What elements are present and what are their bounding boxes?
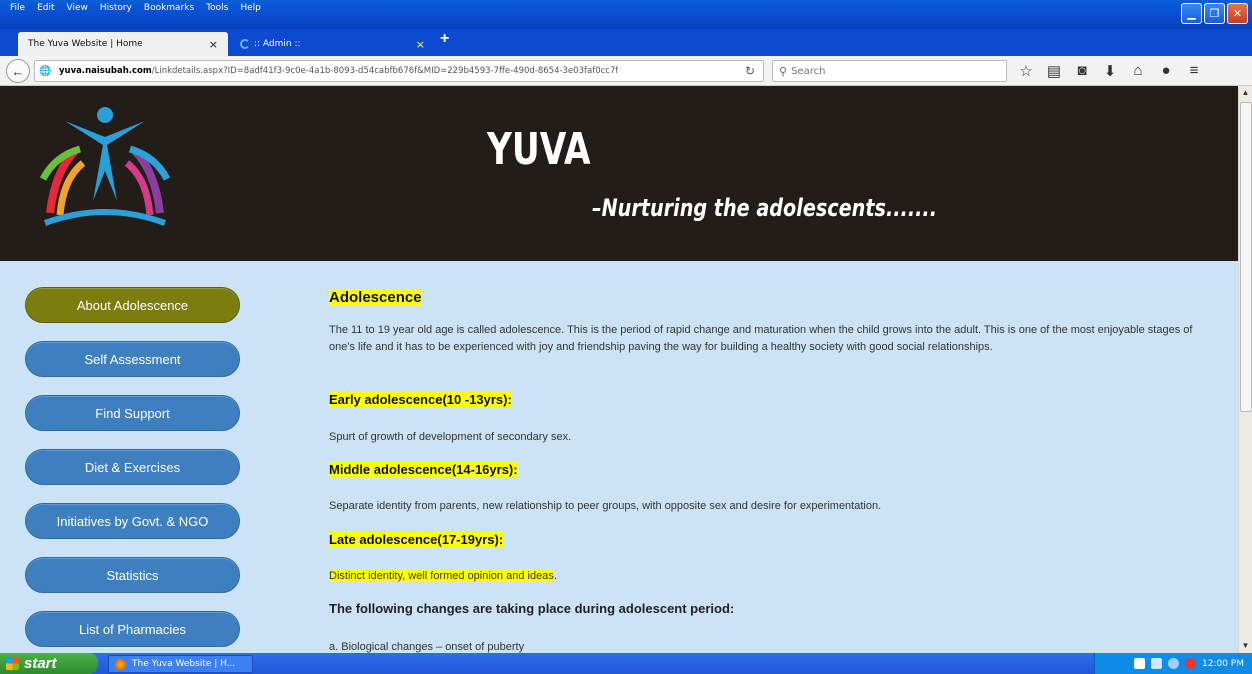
tab-admin[interactable]: :: Admin :: × (230, 32, 435, 56)
network-icon[interactable] (1151, 658, 1162, 669)
restore-button[interactable]: ❐ (1204, 3, 1225, 24)
window-controls: ▁ ❐ ✕ (1181, 3, 1248, 24)
sidebar-item-diet-exercises[interactable]: Diet & Exercises (25, 449, 240, 485)
search-icon: ⚲ (779, 65, 788, 78)
site-info-icon[interactable]: 🌐 (39, 66, 53, 77)
address-bar[interactable]: 🌐 yuva.naisubah.com/Linkdetails.aspx?ID=… (34, 60, 764, 82)
site-title: YUVA (487, 124, 591, 175)
chat-icon[interactable]: ● (1152, 62, 1180, 80)
site-banner: YUVA –Nurturing the adolescents....... (0, 86, 1238, 261)
sidebar-item-about-adolescence[interactable]: About Adolescence (25, 287, 240, 323)
sidebar-item-statistics[interactable]: Statistics (25, 557, 240, 593)
late-adolescence-text: Distinct identity, well formed opinion a… (329, 570, 554, 582)
menu-view[interactable]: View (61, 3, 94, 13)
close-tab-icon[interactable]: × (416, 38, 425, 51)
start-label: start (24, 655, 57, 672)
page-viewport: YUVA –Nurturing the adolescents....... A… (0, 86, 1238, 653)
sidebar-nav: About Adolescence Self Assessment Find S… (25, 287, 241, 653)
windows-taskbar: start The Yuva Website | H... 12:00 PM (0, 653, 1252, 674)
home-icon[interactable]: ⌂ (1124, 62, 1152, 80)
tab-title: :: Admin :: (254, 39, 301, 49)
search-box[interactable]: ⚲ (772, 60, 1007, 82)
volume-icon[interactable] (1168, 658, 1179, 669)
reading-list-icon[interactable]: ▤ (1040, 62, 1068, 80)
reload-icon[interactable]: ↻ (745, 64, 755, 78)
menu-file[interactable]: File (4, 3, 31, 13)
downloads-icon[interactable]: ⬇ (1096, 62, 1124, 80)
close-tab-icon[interactable]: × (209, 38, 218, 51)
menu-history[interactable]: History (94, 3, 138, 13)
menu-help[interactable]: Help (234, 3, 267, 13)
bookmark-star-icon[interactable]: ☆ (1012, 62, 1040, 80)
system-tray: 12:00 PM (1094, 653, 1252, 674)
intro-paragraph: The 11 to 19 year old age is called adol… (329, 324, 1193, 353)
late-adolescence-heading: Late adolescence(17-19yrs): (329, 532, 504, 547)
scroll-up-icon[interactable]: ▲ (1239, 86, 1252, 100)
late-adolescence-paragraph: Distinct identity, well formed opinion a… (329, 568, 557, 585)
new-tab-button[interactable]: + (440, 30, 449, 48)
sidebar-item-self-assessment[interactable]: Self Assessment (25, 341, 240, 377)
early-adolescence-text: Spurt of growth of development of second… (329, 431, 572, 443)
changes-heading: The following changes are taking place d… (329, 601, 735, 616)
start-button[interactable]: start (0, 653, 98, 674)
yuva-figure-logo (39, 107, 171, 226)
url-domain: yuva.naisubah.com (59, 66, 152, 76)
loading-spinner-icon (240, 39, 250, 49)
late-adolescence-period: . (553, 570, 557, 582)
close-window-button[interactable]: ✕ (1227, 3, 1248, 24)
windows-logo-icon (6, 657, 19, 670)
menu-bookmarks[interactable]: Bookmarks (138, 3, 200, 13)
page-scrollbar[interactable]: ▲ ▼ (1238, 86, 1252, 653)
biological-changes-item: a. Biological changes – onset of puberty (329, 641, 525, 653)
minimize-button[interactable]: ▁ (1181, 3, 1202, 24)
taskbar-item-firefox[interactable]: The Yuva Website | H... (108, 655, 253, 673)
scroll-down-icon[interactable]: ▼ (1239, 639, 1252, 653)
url-path: /Linkdetails.aspx?ID=8adf41f3-9c0e-4a1b-… (151, 66, 619, 76)
window-titlebar: File Edit View History Bookmarks Tools H… (0, 0, 1252, 29)
sidebar-item-find-support[interactable]: Find Support (25, 395, 240, 431)
tab-yuva-home[interactable]: The Yuva Website | Home × (18, 32, 228, 56)
taskbar-item-label: The Yuva Website | H... (132, 659, 236, 669)
back-arrow-icon: ← (11, 63, 25, 79)
early-adolescence-heading: Early adolescence(10 -13yrs): (329, 392, 512, 407)
site-tagline: –Nurturing the adolescents....... (592, 194, 938, 222)
back-button[interactable]: ← (6, 59, 30, 83)
toolbar-icons: ☆ ▤ ◙ ⬇ ⌂ ● ≡ (1012, 62, 1208, 80)
hamburger-menu-icon[interactable]: ≡ (1180, 62, 1208, 80)
help-icon[interactable] (1134, 658, 1145, 669)
navigation-bar: ← 🌐 yuva.naisubah.com/Linkdetails.aspx?I… (0, 56, 1252, 86)
menu-bar: File Edit View History Bookmarks Tools H… (4, 3, 267, 13)
pocket-icon[interactable]: ◙ (1068, 62, 1096, 80)
clock: 12:00 PM (1202, 658, 1244, 669)
firefox-icon (115, 658, 126, 670)
search-input[interactable] (791, 65, 982, 77)
sidebar-item-pharmacies[interactable]: List of Pharmacies (25, 611, 240, 647)
middle-adolescence-text: Separate identity from parents, new rela… (329, 500, 882, 512)
scroll-thumb[interactable] (1240, 102, 1252, 412)
tab-bar: The Yuva Website | Home × :: Admin :: × (0, 29, 1252, 56)
menu-edit[interactable]: Edit (31, 3, 60, 13)
tab-title: The Yuva Website | Home (28, 39, 143, 49)
middle-adolescence-heading: Middle adolescence(14-16yrs): (329, 462, 518, 477)
page-heading: Adolescence (329, 289, 422, 306)
sidebar-item-initiatives[interactable]: Initiatives by Govt. & NGO (25, 503, 240, 539)
url-text: yuva.naisubah.com/Linkdetails.aspx?ID=8a… (53, 66, 618, 76)
menu-tools[interactable]: Tools (200, 3, 234, 13)
security-icon[interactable] (1185, 658, 1196, 669)
